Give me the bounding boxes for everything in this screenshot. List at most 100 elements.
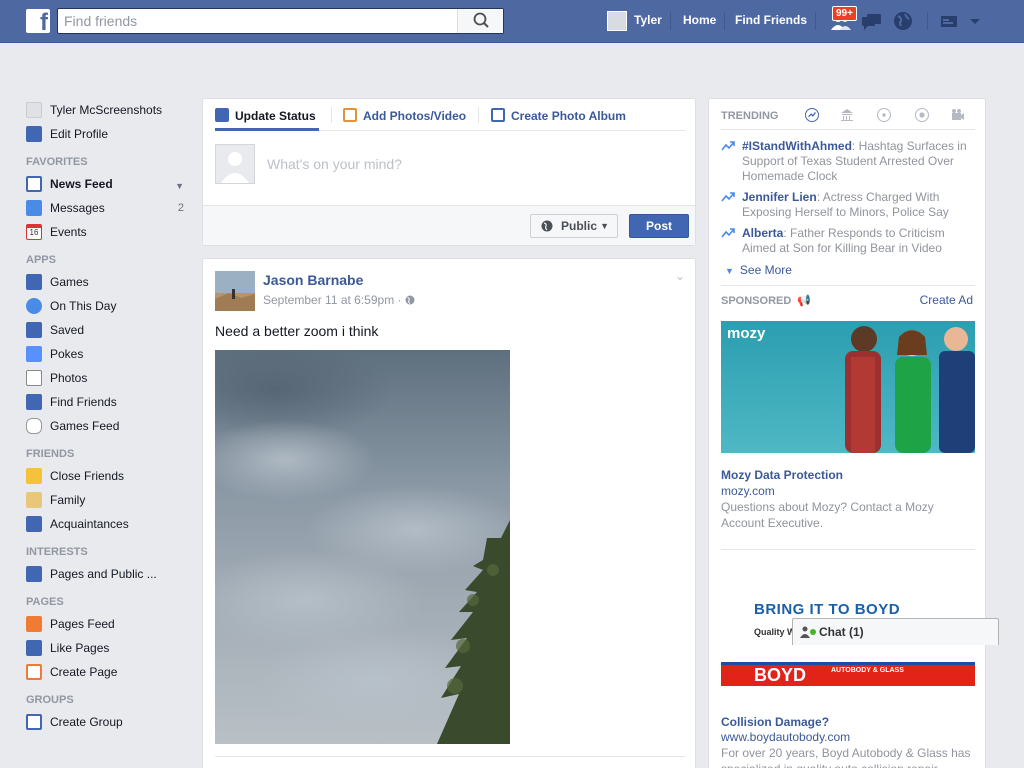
chat-person-icon [800,626,810,638]
find-friends-link[interactable]: Find Friends [735,13,807,27]
ad-url-link[interactable]: www.boydautobody.com [721,730,850,744]
nav-messages[interactable]: Messages 2 [26,196,186,220]
audience-selector-button[interactable]: Public ▼ [530,214,618,238]
nav-acquaintances[interactable]: Acquaintances [26,512,186,536]
search-icon [473,12,489,28]
privacy-shortcuts-icon[interactable] [938,11,960,31]
nav-create-page[interactable]: Create Page [26,660,186,684]
sky-tree-photo [215,350,510,744]
nav-label: Messages [50,201,105,215]
story-options-chevron-down-icon[interactable]: ⌄ [675,269,685,283]
house-icon [26,492,42,508]
ad-description: Questions about Mozy? Contact a Mozy Acc… [721,500,934,530]
mozy-ad-image[interactable]: mozy [721,321,975,453]
divider [721,285,975,286]
trending-politics-icon[interactable] [840,108,854,122]
calendar-icon: 16 [26,224,42,240]
author-photo-thumbnail [215,271,255,311]
trending-sports-icon[interactable] [915,108,929,122]
divider [331,107,332,123]
ad-url-link[interactable]: mozy.com [721,484,775,498]
nav-label: Games Feed [50,419,120,433]
boyd-logo[interactable]: BOYD AUTOBODY & GLASS [721,662,975,686]
trending-science-icon[interactable] [877,108,891,122]
home-link[interactable]: Home [683,13,716,27]
nav-label: Close Friends [50,469,125,483]
nav-photos[interactable]: Photos [26,366,186,390]
nav-pages-feed[interactable]: Pages Feed [26,612,186,636]
poke-icon [26,346,42,362]
story-photo[interactable] [215,350,510,744]
nav-news-feed[interactable]: News Feed ▼ [26,172,186,196]
nav-events[interactable]: 16 Events [26,220,186,244]
divider [927,12,928,30]
megaphone-icon: 📢 [797,295,812,307]
story-message: Need a better zoom i think [215,323,379,339]
trending-item[interactable]: Alberta: Father Responds to Criticism Ai… [721,226,975,256]
nav-like-pages[interactable]: Like Pages [26,636,186,660]
search-button[interactable] [457,9,503,33]
ad-image-tagline: Quality W [754,627,796,637]
nav-pokes[interactable]: Pokes [26,342,186,366]
divider [478,107,479,123]
notifications-globe-icon[interactable] [892,11,914,31]
chat-tab[interactable]: Chat (1) [792,618,999,645]
search-input[interactable] [58,9,458,33]
audience-label: Public [561,219,598,233]
composer-avatar [215,144,255,184]
rss-icon [26,566,42,582]
tab-create-photo-album[interactable]: Create Photo Album [491,108,626,123]
nav-label: Family [50,493,86,507]
chevron-down-icon: ▼ [725,266,734,276]
right-column: TRENDING #IStandWithAhmed: Hashtag Surfa… [708,98,986,768]
nav-label: Create Page [50,665,118,679]
nav-pages-and-public[interactable]: Pages and Public ... [26,562,186,586]
trending-top-icon[interactable] [805,108,819,122]
trending-item[interactable]: Jennifer Lien: Actress Charged With Expo… [721,190,975,220]
author-avatar[interactable] [215,271,255,311]
story-timestamp[interactable]: September 11 at 6:59pm · [263,293,415,307]
news-feed-icon [26,176,42,192]
facebook-logo-icon[interactable]: f [26,9,50,35]
nav-label: Find Friends [50,395,117,409]
post-button[interactable]: Post [629,214,689,238]
status-text-input[interactable]: What's on your mind? [267,156,402,172]
nav-find-friends[interactable]: Find Friends [26,390,186,414]
photo-icon [343,108,357,122]
photos-icon [26,370,42,386]
create-ad-link[interactable]: Create Ad [920,293,973,307]
active-tab-indicator [215,128,319,131]
tab-add-photos-video[interactable]: Add Photos/Video [343,108,466,123]
ad-image-headline[interactable]: BRING IT TO BOYD [754,601,900,618]
author-name-link[interactable]: Jason Barnabe [263,272,363,288]
ad-title-link[interactable]: Mozy Data Protection [721,468,843,482]
nav-games-feed[interactable]: Games Feed [26,414,186,438]
trending-arrow-icon [721,141,735,151]
nav-family[interactable]: Family [26,488,186,512]
tab-update-status[interactable]: Update Status [215,108,316,123]
user-avatar[interactable] [607,11,627,31]
ad-title-link[interactable]: Collision Damage? [721,715,829,729]
section-header-interests: INTERESTS [26,546,88,558]
trending-item[interactable]: #IStandWithAhmed: Hashtag Surfaces in Su… [721,139,975,184]
chat-label: Chat (1) [819,625,864,639]
messages-icon[interactable] [861,11,883,31]
account-menu-chevron-down-icon[interactable] [964,11,986,31]
trending-entertainment-icon[interactable] [951,108,965,122]
messages-count: 2 [177,202,184,214]
nav-create-group[interactable]: Create Group [26,710,186,734]
nav-saved[interactable]: Saved [26,318,186,342]
nav-options-chevron-down-icon[interactable]: ▼ [175,178,184,194]
thumbs-up-icon [26,640,42,656]
nav-games[interactable]: Games [26,270,186,294]
profile-link[interactable]: Tyler [634,13,662,27]
nav-edit-profile[interactable]: Edit Profile [26,122,186,146]
nav-label: Events [50,225,87,239]
search-box [57,8,504,34]
nav-on-this-day[interactable]: On This Day [26,294,186,318]
nav-close-friends[interactable]: Close Friends [26,464,186,488]
see-more-link[interactable]: ▼ See More [721,263,792,277]
nav-profile[interactable]: Tyler McScreenshots [26,98,186,122]
section-header-friends: FRIENDS [26,448,75,460]
find-friends-icon [26,394,42,410]
